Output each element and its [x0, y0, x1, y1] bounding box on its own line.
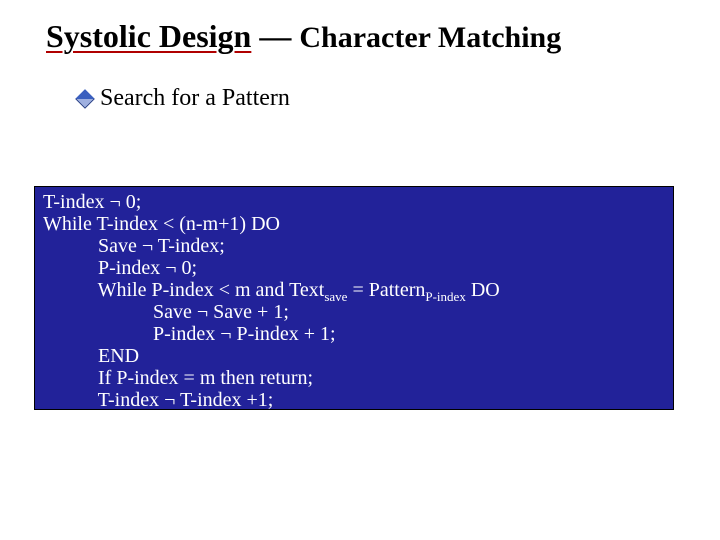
- assign-arrow-icon: ¬: [142, 235, 153, 257]
- code-line-8: END: [43, 345, 665, 367]
- code-line-3: Save ¬ T-index;: [43, 235, 665, 257]
- code-line-9: If P-index = m then return;: [43, 367, 665, 389]
- title-separator: —: [251, 18, 299, 54]
- code-line-5: While P-index < m and Textsave = Pattern…: [43, 279, 665, 301]
- title-main: Systolic Design: [46, 18, 251, 54]
- code-line-11: END: [43, 411, 665, 433]
- title-sub: Character Matching: [299, 21, 561, 54]
- pseudocode-box: T-index ¬ 0; While T-index < (n-m+1) DO …: [34, 186, 674, 410]
- assign-arrow-icon: ¬: [164, 389, 175, 411]
- code-line-4: P-index ¬ 0;: [43, 257, 665, 279]
- code-line-2: While T-index < (n-m+1) DO: [43, 213, 665, 235]
- bullet-text: Search for a Pattern: [100, 85, 290, 112]
- code-line-1: T-index ¬ 0;: [43, 191, 665, 213]
- subscript-save: save: [324, 289, 347, 304]
- assign-arrow-icon: ¬: [197, 301, 208, 323]
- code-line-7: P-index ¬ P-index + 1;: [43, 323, 665, 345]
- slide-title: Systolic Design — Character Matching: [46, 18, 561, 55]
- assign-arrow-icon: ¬: [165, 257, 176, 279]
- code-line-6: Save ¬ Save + 1;: [43, 301, 665, 323]
- assign-arrow-icon: ¬: [220, 323, 231, 345]
- diamond-bullet-icon: [75, 89, 95, 109]
- code-line-10: T-index ¬ T-index +1;: [43, 389, 665, 411]
- subscript-pindex: P-index: [425, 289, 465, 304]
- bullet-row: Search for a Pattern: [78, 85, 290, 112]
- assign-arrow-icon: ¬: [109, 191, 120, 213]
- slide: Systolic Design — Character Matching Sea…: [0, 0, 720, 540]
